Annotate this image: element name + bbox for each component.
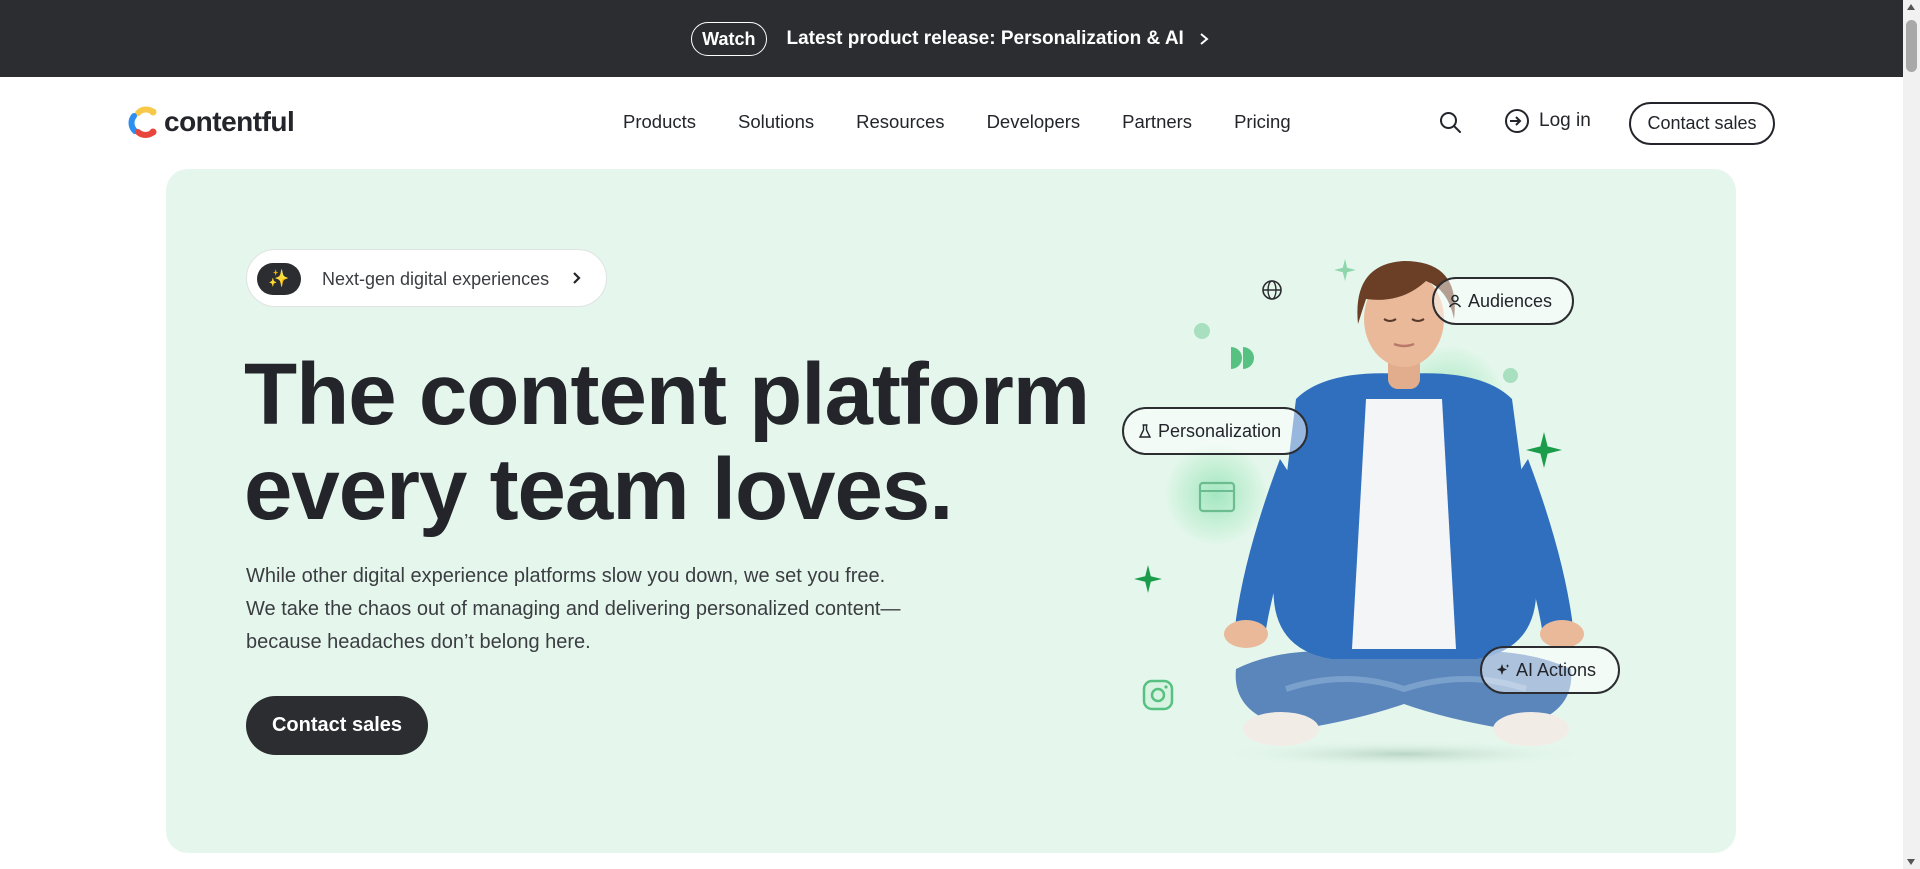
release-text: Latest product release: Personalization …: [786, 27, 1184, 49]
scroll-thumb[interactable]: [1906, 20, 1917, 72]
search-icon[interactable]: [1438, 110, 1462, 134]
hero-subcopy: While other digital experience platforms…: [246, 565, 901, 653]
chevron-right-icon: [573, 272, 581, 284]
eyebrow-text: Next-gen digital experiences: [322, 269, 550, 289]
page-scrollbar[interactable]: [1903, 0, 1920, 869]
audiences-label: Audiences: [1468, 290, 1553, 311]
hero-contact-sales-button[interactable]: Contact sales: [246, 696, 428, 755]
release-link[interactable]: Latest product release: Personalization …: [787, 28, 1210, 50]
nav-link-resources[interactable]: Resources: [856, 111, 944, 133]
audiences-pill: Audiences: [1432, 277, 1574, 325]
announcement-bar: Watch Latest product release: Personaliz…: [0, 0, 1903, 77]
nav-link-products[interactable]: Products: [623, 111, 696, 133]
instagram-icon: [1142, 679, 1174, 711]
logo-text: contentful: [164, 106, 295, 137]
watch-button[interactable]: Watch: [691, 21, 767, 56]
user-icon: [1448, 294, 1462, 308]
sparkle-icon: ✨: [257, 263, 301, 295]
personalization-pill: Personalization: [1122, 407, 1308, 455]
eyebrow-link[interactable]: ✨ Next-gen digital experiences: [246, 249, 607, 307]
nav-link-partners[interactable]: Partners: [1122, 111, 1192, 133]
contentful-logo-icon: [128, 106, 157, 138]
login-icon: [1505, 109, 1529, 133]
hero-headline: The content platform every team loves.: [244, 346, 1090, 538]
chevron-right-icon: [1200, 32, 1209, 45]
scroll-up-arrow-icon[interactable]: [1907, 4, 1915, 10]
headline-line-2: every team loves.: [244, 441, 953, 538]
announcement-content: Watch Latest product release: Personaliz…: [691, 21, 1210, 56]
nav-contact-sales-button[interactable]: Contact sales: [1629, 102, 1775, 145]
personalization-label: Personalization: [1158, 420, 1282, 441]
ai-actions-pill: AI Actions: [1480, 646, 1620, 694]
hero-section: ✨ Next-gen digital experiences The conte…: [166, 169, 1736, 853]
login-link[interactable]: Log in: [1504, 108, 1591, 134]
beaker-icon: [1138, 424, 1152, 438]
hero-illustration: Audiences Personalization AI Actions: [1122, 219, 1726, 779]
ai-actions-label: AI Actions: [1516, 659, 1597, 680]
headline-line-1: The content platform: [244, 346, 1090, 443]
sparkle-icon: [1134, 565, 1162, 593]
nav-link-developers[interactable]: Developers: [987, 111, 1081, 133]
login-label: Log in: [1539, 110, 1591, 131]
sparkle-icon: [1497, 664, 1510, 675]
main-nav: contentful Products Solutions Resources …: [0, 77, 1903, 169]
nav-link-pricing[interactable]: Pricing: [1234, 111, 1291, 133]
nav-links: Products Solutions Resources Developers …: [623, 111, 1291, 133]
scroll-down-arrow-icon[interactable]: [1907, 859, 1915, 865]
nav-link-solutions[interactable]: Solutions: [738, 111, 814, 133]
contentful-logo[interactable]: contentful: [126, 105, 295, 139]
